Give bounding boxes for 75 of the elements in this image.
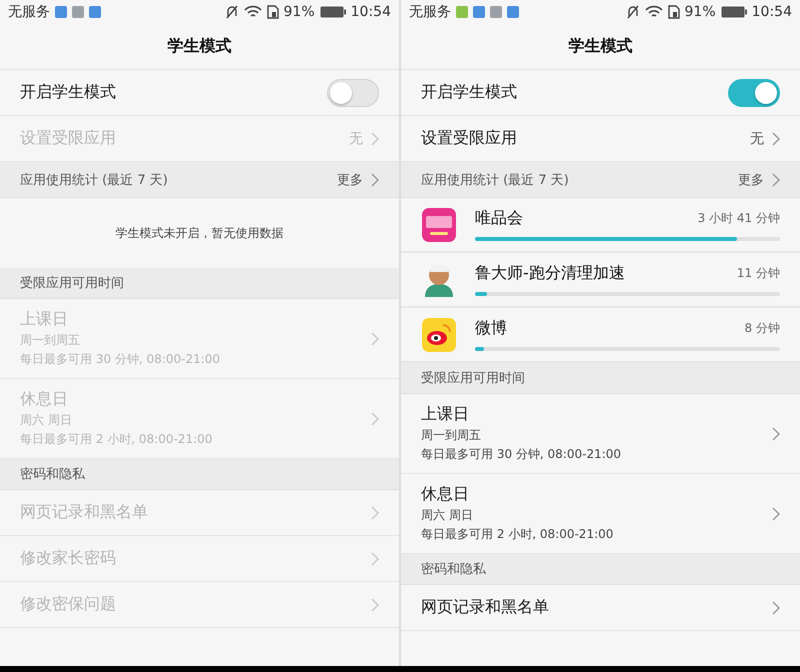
row-label: 设置受限应用 [421,128,517,149]
sim-icon [668,5,680,19]
usage-duration: 11 分钟 [736,265,780,282]
row-label: 休息日 [421,484,470,505]
app-usage-row[interactable]: 唯品会 3 小时 41 分钟 [401,198,800,253]
section-title: 受限应用可用时间 [421,370,525,387]
wifi-icon [244,5,262,19]
chevron-icon [772,172,780,186]
row-label: 网页记录和黑名单 [20,502,149,523]
chevron-icon [371,172,379,186]
chevron-icon [371,552,379,566]
app-name: 微博 [475,318,507,339]
row-subtitle: 每日最多可用 2 小时, 08:00-21:00 [421,526,614,543]
battery-icon [320,6,346,18]
carrier-text: 无服务 [409,3,451,21]
chevron-icon [371,412,379,426]
battery-percent: 91% [684,4,716,20]
app-icon [421,206,457,242]
chevron-icon [772,506,780,520]
section-title: 应用使用统计 (最近 7 天) [20,172,168,188]
carrier-text: 无服务 [8,3,50,21]
row-subtitle: 周一到周五 [421,427,482,444]
battery-icon [720,6,747,18]
sim-icon [266,5,279,19]
mute-icon [626,5,640,19]
empty-message: 学生模式未开启，暂无使用数据 [116,224,284,242]
clock-time: 10:54 [350,4,391,20]
chevron-icon [371,506,379,520]
row-label: 修改家长密码 [20,548,117,569]
switch-label: 开启学生模式 [421,82,517,103]
chevron-icon [371,132,379,146]
row-subtitle: 每日最多可用 30 分钟, 08:00-21:00 [20,351,222,368]
section-title: 密码和隐私 [20,466,85,483]
row-label: 休息日 [20,389,69,410]
chevron-icon [371,598,379,612]
chevron-icon [772,600,780,614]
switch-label: 开启学生模式 [20,82,116,103]
battery-percent: 91% [284,4,315,20]
row-label: 网页记录和黑名单 [421,597,550,618]
row-subtitle: 每日最多可用 30 分钟, 08:00-21:00 [421,446,622,463]
row-subtitle: 周六 周日 [421,507,474,524]
settings-row[interactable]: 上课日 周一到周五 每日最多可用 30 分钟, 08:00-21:00 [401,394,800,474]
app-icon [421,316,457,352]
more-link[interactable]: 更多 [337,170,363,188]
section-title: 受限应用可用时间 [20,275,124,292]
section-title: 应用使用统计 (最近 7 天) [421,172,569,188]
screen-title: 学生模式 [568,36,632,57]
settings-row[interactable]: 网页记录和黑名单 [401,585,800,631]
wifi-icon [644,5,663,19]
row-label: 修改密保问题 [20,594,117,615]
clock-time: 10:54 [752,4,792,20]
app-name: 鲁大师-跑分清理加速 [475,263,625,284]
section-header[interactable]: 应用使用统计 (最近 7 天) 更多 [0,162,399,198]
row-subtitle: 周一到周五 [20,332,81,349]
usage-duration: 3 小时 41 分钟 [698,210,780,227]
section-title: 密码和隐私 [421,561,486,578]
row-label: 设置受限应用 [20,128,116,149]
usage-duration: 8 分钟 [744,320,780,337]
toggle-switch[interactable] [327,78,379,106]
row-label: 上课日 [421,404,470,425]
screen-title: 学生模式 [168,36,232,57]
row-label: 上课日 [20,309,69,330]
more-link[interactable]: 更多 [738,170,764,188]
row-value: 无 [349,130,363,148]
section-header[interactable]: 应用使用统计 (最近 7 天) 更多 [401,162,800,198]
chevron-icon [772,132,780,146]
chevron-icon [772,426,780,440]
row-value: 无 [750,130,764,148]
app-usage-row[interactable]: 鲁大师-跑分清理加速 11 分钟 [401,253,800,308]
app-name: 唯品会 [475,208,523,229]
mute-icon [224,5,239,19]
row-subtitle: 周六 周日 [20,412,73,429]
row-subtitle: 每日最多可用 2 小时, 08:00-21:00 [20,431,214,448]
chevron-icon [371,332,379,346]
toggle-switch[interactable] [728,78,780,106]
